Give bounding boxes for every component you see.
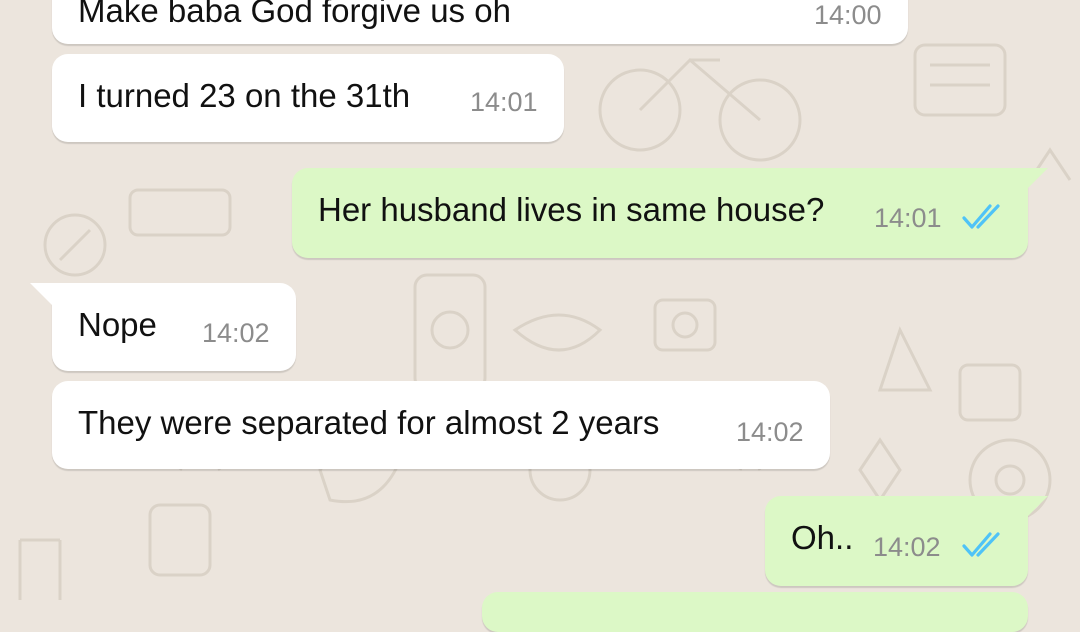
bubble-tail: [1026, 168, 1048, 190]
message-bubble-incoming[interactable]: They were separated for almost 2 years 1…: [52, 381, 830, 469]
double-check-icon: [962, 532, 1000, 557]
message-bubble-outgoing[interactable]: Her husband lives in same house? 14:01: [292, 168, 1048, 258]
message-bubble-incoming[interactable]: I turned 23 on the 31th 14:01: [52, 54, 564, 142]
message-bubble-incoming[interactable]: Make baba God forgive us oh 14:00: [52, 0, 908, 44]
message-time: 14:02: [202, 318, 270, 348]
message-bubble-incoming[interactable]: Nope 14:02: [30, 283, 296, 371]
message-bubble-outgoing[interactable]: Oh.. 14:02: [765, 496, 1048, 586]
double-check-icon: [962, 204, 1000, 229]
message-time: 14:00: [814, 0, 882, 30]
message-text: Make baba God forgive us oh: [78, 0, 511, 29]
message-bubble-outgoing-partial[interactable]: [482, 592, 1028, 632]
message-text: Oh..: [791, 519, 854, 556]
message-text: Her husband lives in same house?: [318, 191, 825, 228]
bubble-tail: [1026, 496, 1048, 518]
message-text: I turned 23 on the 31th: [78, 77, 411, 114]
message-time: 14:02: [736, 417, 804, 447]
message-time: 14:01: [470, 87, 538, 117]
message-text: Nope: [78, 306, 157, 343]
message-time: 14:02: [873, 532, 941, 562]
message-time: 14:01: [874, 203, 942, 233]
bubble-tail: [30, 283, 52, 305]
message-text: They were separated for almost 2 years: [78, 404, 660, 441]
